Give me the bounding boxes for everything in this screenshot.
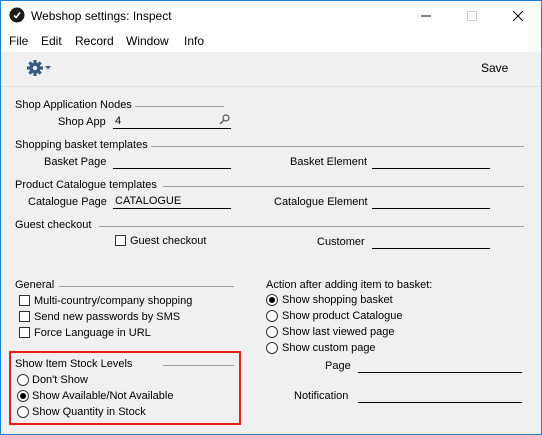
show-product-catalogue-radio[interactable] (266, 310, 278, 322)
menu-info[interactable]: Info (184, 34, 204, 48)
menu-file[interactable]: File (9, 34, 28, 48)
show-product-catalogue-label: Show product Catalogue (282, 310, 403, 322)
divider (59, 286, 234, 287)
window-title: Webshop settings: Inspect (31, 9, 172, 23)
divider (135, 106, 224, 107)
guest-checkout-label: Guest checkout (130, 235, 207, 247)
force-language-checkbox[interactable] (19, 327, 30, 338)
minimize-button[interactable] (403, 1, 449, 31)
minimize-icon (421, 15, 431, 17)
send-passwords-sms-checkbox[interactable] (19, 311, 30, 322)
guest-checkout-heading: Guest checkout (15, 219, 92, 231)
window: Webshop settings: Inspect File Edit Reco… (0, 0, 542, 435)
basket-page-field[interactable] (113, 153, 231, 169)
catalogue-page-label: Catalogue Page (28, 196, 107, 208)
basket-element-field[interactable] (372, 153, 490, 169)
maximize-icon (467, 11, 477, 21)
guest-checkout-checkbox[interactable] (115, 235, 126, 246)
shop-app-nodes-heading: Shop Application Nodes (15, 99, 132, 111)
page-field[interactable] (358, 357, 522, 373)
chevron-down-icon (45, 66, 51, 70)
send-passwords-sms-label: Send new passwords by SMS (34, 311, 181, 323)
basket-element-label: Basket Element (290, 156, 368, 168)
force-language-label: Force Language in URL (34, 327, 151, 339)
multi-country-checkbox[interactable] (19, 295, 30, 306)
multi-country-label: Multi-country/company shopping (34, 295, 193, 307)
notification-field[interactable] (358, 387, 522, 403)
catalogue-element-field[interactable] (372, 193, 490, 209)
operations-menu-button[interactable] (26, 60, 56, 78)
menu-record[interactable]: Record (75, 34, 114, 48)
basket-templates-heading: Shopping basket templates (15, 139, 148, 151)
show-shopping-basket-radio[interactable] (266, 294, 278, 306)
general-heading: General (15, 279, 55, 291)
shop-app-field[interactable]: 4 (113, 114, 231, 129)
toolbar: Save (1, 52, 541, 87)
gear-icon (27, 60, 51, 76)
close-icon (513, 11, 523, 21)
show-shopping-basket-label: Show shopping basket (282, 294, 393, 306)
shop-app-label: Shop App (58, 116, 106, 128)
show-last-viewed-page-radio[interactable] (266, 326, 278, 338)
catalogue-templates-heading: Product Catalogue templates (15, 179, 157, 191)
menu-window[interactable]: Window (126, 34, 169, 48)
paste-special-icon (219, 114, 230, 125)
divider (151, 146, 524, 147)
divider (163, 186, 524, 187)
menu-edit[interactable]: Edit (41, 34, 62, 48)
title-bar: Webshop settings: Inspect (1, 1, 541, 31)
menu-bar: File Edit Record Window Info (1, 31, 541, 52)
app-icon (9, 7, 25, 23)
show-last-viewed-page-label: Show last viewed page (282, 326, 395, 338)
maximize-button[interactable] (449, 1, 495, 31)
catalogue-page-field[interactable]: CATALOGUE (113, 193, 231, 209)
show-custom-page-radio[interactable] (266, 342, 278, 354)
basket-page-label: Basket Page (44, 156, 107, 168)
save-button[interactable]: Save (481, 61, 508, 75)
customer-label: Customer (317, 236, 365, 248)
notification-label: Notification (294, 390, 349, 402)
action-after-add-heading: Action after adding item to basket: (266, 279, 433, 291)
customer-field[interactable] (372, 233, 490, 249)
catalogue-element-label: Catalogue Element (274, 196, 368, 208)
show-custom-page-label: Show custom page (282, 342, 376, 354)
page-label: Page (325, 360, 351, 372)
close-button[interactable] (495, 1, 541, 31)
highlight-box (9, 351, 241, 425)
divider (99, 226, 524, 227)
